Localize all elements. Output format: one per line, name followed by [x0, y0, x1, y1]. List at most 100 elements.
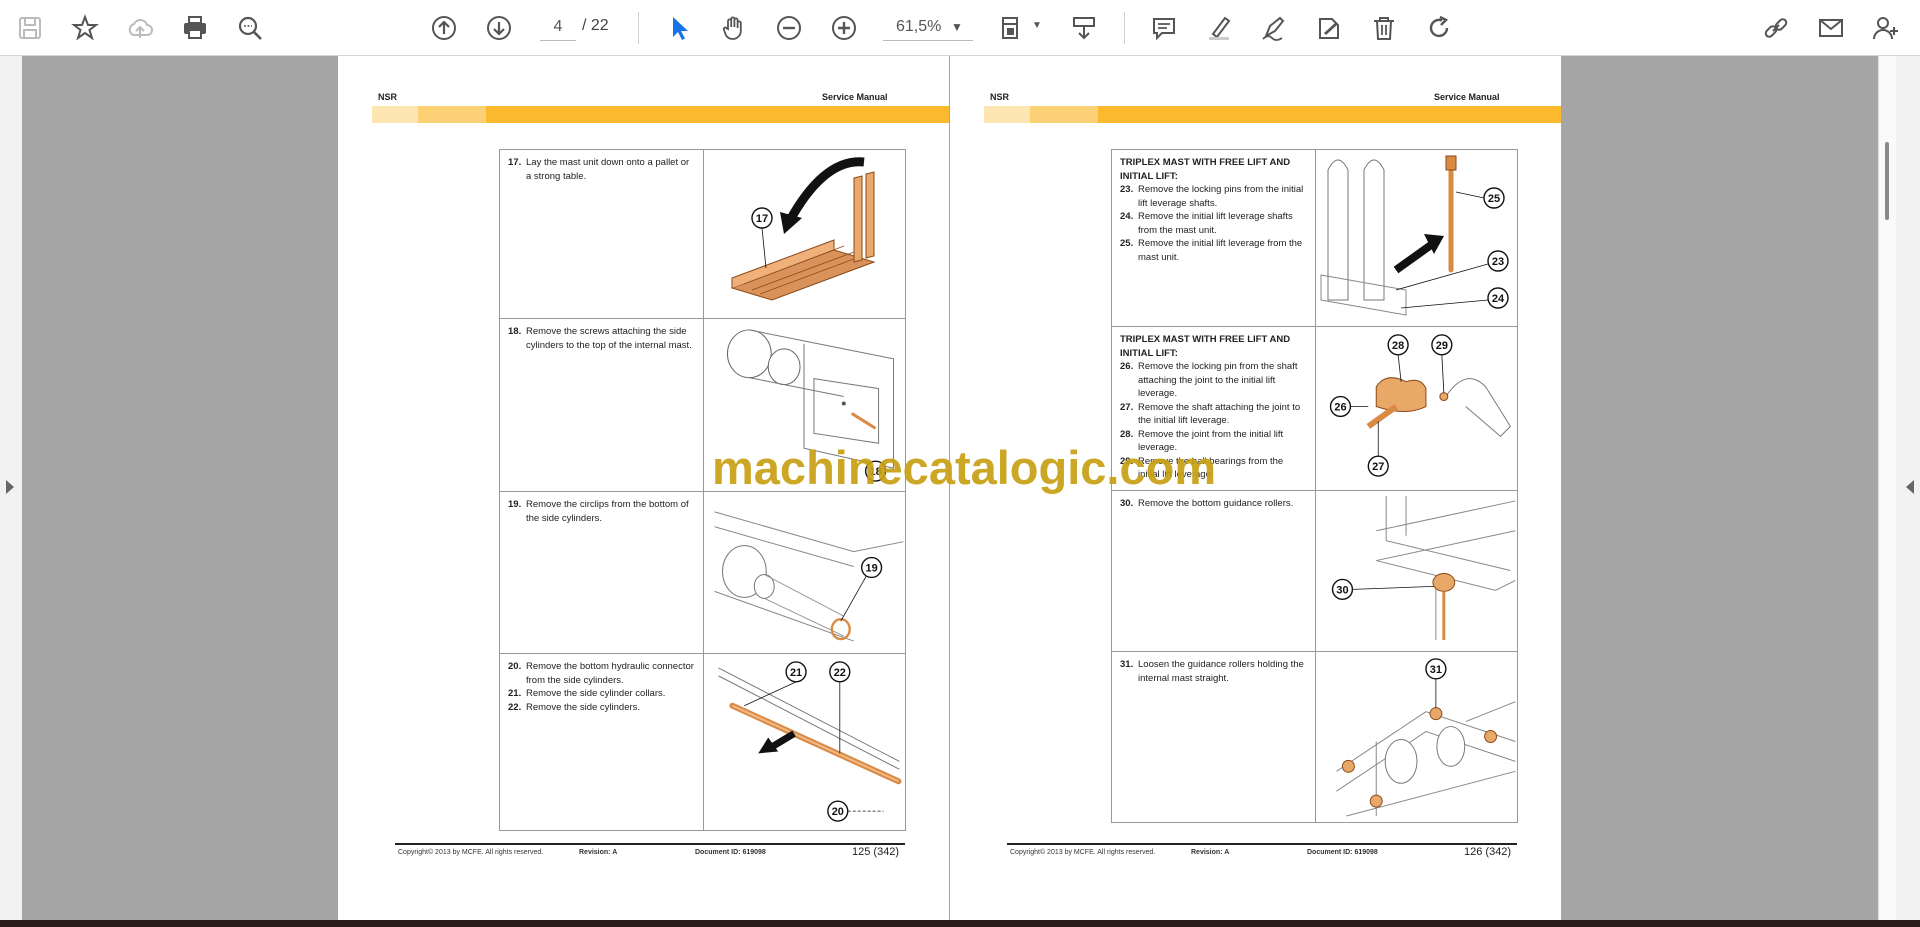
- callout-label: 20: [832, 806, 844, 818]
- expand-right-panel-icon[interactable]: [1906, 480, 1914, 494]
- email-icon[interactable]: [1813, 10, 1849, 46]
- table-row: 19. Remove the circlips from the bottom o…: [500, 491, 905, 653]
- cloud-upload-icon[interactable]: [122, 10, 158, 46]
- step-illustration: 19: [704, 492, 907, 653]
- callout-label: 23: [1492, 256, 1504, 268]
- share-link-icon[interactable]: [1758, 10, 1794, 46]
- sign-icon[interactable]: [1311, 10, 1347, 46]
- footer-page-number: 126 (342): [1464, 846, 1512, 858]
- zoom-value: 61,5%: [896, 17, 942, 35]
- select-cursor-icon[interactable]: [661, 10, 697, 46]
- callout-label: 19: [866, 563, 878, 575]
- callout-label: 21: [790, 667, 802, 679]
- footer-rule: [1007, 843, 1517, 845]
- zoom-select[interactable]: 61,5% ▼: [883, 13, 973, 41]
- step-number: 24.: [1120, 211, 1134, 222]
- step-text: Remove the locking pins from the initial…: [1138, 184, 1304, 209]
- step-text: Remove the locking pin from the shaft at…: [1138, 361, 1298, 399]
- callout-label: 30: [1336, 584, 1348, 596]
- page-fit-icon[interactable]: [994, 10, 1030, 46]
- step-text: Lay the mast unit down onto a pallet or …: [526, 157, 690, 182]
- step-illustration: 28 29 26 27: [1316, 327, 1519, 490]
- page-total-label: / 22: [582, 17, 609, 34]
- page-up-icon[interactable]: [426, 10, 462, 46]
- step-text: Loosen the guidance rollers holding the …: [1138, 659, 1304, 684]
- step-number: 22.: [508, 701, 522, 713]
- callout-label: 22: [834, 667, 846, 679]
- step-number: 18.: [508, 326, 522, 337]
- table-row: TRIPLEX MAST WITH FREE LIFT AND INITIAL …: [1112, 150, 1517, 326]
- page-header-left: NSR: [990, 92, 1010, 102]
- page-header-right: Service Manual: [1434, 92, 1500, 102]
- page-number-input[interactable]: [540, 13, 576, 41]
- step-text: Remove the bottom hydraulic connector fr…: [526, 661, 694, 686]
- step-number: 17.: [508, 157, 522, 168]
- header-band: [372, 106, 949, 123]
- callout-label: 26: [1334, 401, 1346, 413]
- table-row: 20. Remove the bottom hydraulic connector…: [500, 653, 905, 830]
- table-row: 17. Lay the mast unit down onto a pallet …: [500, 150, 905, 318]
- print-icon[interactable]: [177, 10, 213, 46]
- footer-copyright: Copyright© 2013 by MCFE. All rights rese…: [398, 849, 544, 856]
- toolbar-divider: [638, 12, 639, 44]
- rotate-icon[interactable]: [1421, 10, 1457, 46]
- step-text: Remove the bottom guidance rollers.: [1138, 498, 1294, 509]
- zoom-search-icon[interactable]: [232, 10, 268, 46]
- delete-icon[interactable]: [1366, 10, 1402, 46]
- table-row: 30. Remove the bottom guidance rollers. 3…: [1112, 490, 1517, 651]
- scrollbar-thumb[interactable]: [1885, 142, 1889, 220]
- step-text: Remove the circlips from the bottom of t…: [526, 499, 689, 524]
- draw-icon[interactable]: [1256, 10, 1292, 46]
- page-header-left: NSR: [378, 92, 398, 102]
- step-illustration: 21 22 20: [704, 654, 907, 830]
- fit-caret-icon[interactable]: ▼: [1032, 20, 1042, 31]
- zoom-in-icon[interactable]: [826, 10, 862, 46]
- footer-copyright: Copyright© 2013 by MCFE. All rights rese…: [1010, 849, 1156, 856]
- step-text-cell: 20. Remove the bottom hydraulic connector…: [500, 654, 704, 830]
- step-text: Remove the side cylinders.: [526, 701, 641, 713]
- step-number: 27.: [1120, 401, 1134, 413]
- scroll-mode-icon[interactable]: [1066, 10, 1102, 46]
- step-number: 25.: [1120, 238, 1134, 249]
- page-down-icon[interactable]: [481, 10, 517, 46]
- step-number: 20.: [508, 661, 522, 672]
- toolbar-divider: [1124, 12, 1125, 44]
- step-number: 19.: [508, 499, 522, 510]
- watermark-text: machinecatalogic.com: [712, 441, 1217, 494]
- callout-label: 17: [756, 213, 768, 225]
- step-illustration: 25 23 24: [1316, 150, 1519, 326]
- step-number: 21.: [508, 688, 522, 699]
- table-row: 31. Loosen the guidance rollers holding t…: [1112, 651, 1517, 822]
- footer-document-id: Document ID: 619098: [695, 849, 766, 856]
- footer-rule: [395, 843, 905, 845]
- step-text: Remove the side cylinder collars.: [526, 688, 666, 699]
- hand-icon[interactable]: [716, 10, 752, 46]
- footer-revision: Revision: A: [1191, 849, 1230, 856]
- comment-icon[interactable]: [1146, 10, 1182, 46]
- add-user-icon[interactable]: [1868, 10, 1904, 46]
- callout-label: 29: [1436, 340, 1448, 352]
- step-number: 31.: [1120, 659, 1134, 670]
- step-text: Remove the initial lift leverage shafts …: [1138, 211, 1293, 236]
- callout-label: 25: [1488, 193, 1500, 205]
- callout-label: 27: [1372, 461, 1384, 473]
- step-illustration: 17: [704, 150, 907, 318]
- step-text: Remove the initial lift leverage from th…: [1138, 238, 1303, 263]
- section-heading: TRIPLEX MAST WITH FREE LIFT AND INITIAL …: [1120, 334, 1291, 359]
- step-text: Remove the screws attaching the side cyl…: [526, 326, 692, 351]
- step-illustration: 31: [1316, 652, 1519, 822]
- section-heading: TRIPLEX MAST WITH FREE LIFT AND INITIAL …: [1120, 157, 1291, 182]
- zoom-out-icon[interactable]: [771, 10, 807, 46]
- callout-label: 31: [1430, 664, 1442, 676]
- expand-left-panel-icon[interactable]: [6, 480, 14, 494]
- star-icon[interactable]: [67, 10, 103, 46]
- step-number: 23.: [1120, 184, 1134, 195]
- chevron-down-icon: ▼: [951, 19, 963, 34]
- save-icon[interactable]: [12, 10, 48, 46]
- step-text-cell: 17. Lay the mast unit down onto a pallet …: [500, 150, 704, 318]
- step-text-cell: TRIPLEX MAST WITH FREE LIFT AND INITIAL …: [1112, 150, 1316, 326]
- highlight-icon[interactable]: [1201, 10, 1237, 46]
- footer-revision: Revision: A: [579, 849, 618, 856]
- header-band: [984, 106, 1561, 123]
- callout-label: 24: [1492, 293, 1505, 305]
